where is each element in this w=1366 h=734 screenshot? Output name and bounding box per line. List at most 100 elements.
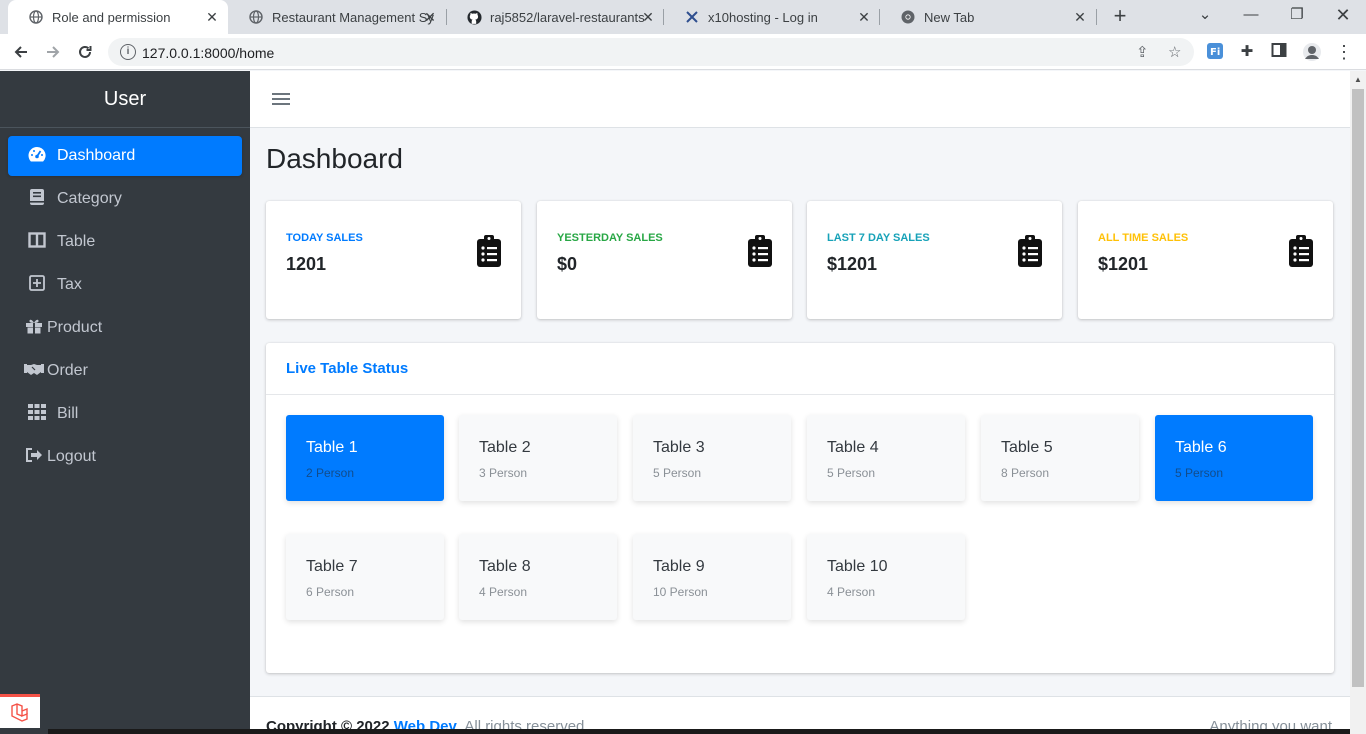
sign-out-icon	[23, 447, 45, 468]
profile-avatar-icon[interactable]	[1302, 42, 1322, 62]
sidebar-item-product[interactable]: Product	[8, 308, 242, 348]
menu-toggle-icon[interactable]	[272, 90, 290, 108]
sidebar-item-label: Logout	[47, 448, 96, 465]
bookmark-star-icon[interactable]: ☆	[1168, 43, 1181, 61]
table-card[interactable]: Table 4 5 Person	[807, 415, 965, 501]
sidebar-item-tax[interactable]: Tax	[8, 265, 242, 305]
page-title: Dashboard	[266, 143, 403, 174]
browser-tab-label: New Tab	[924, 9, 975, 25]
scrollbar-thumb[interactable]	[1352, 89, 1364, 687]
globe-icon	[28, 9, 44, 25]
sidebar-item-label: Bill	[57, 405, 79, 422]
minimize-button[interactable]: —	[1228, 0, 1274, 34]
table-card[interactable]: Table 10 4 Person	[807, 534, 965, 620]
table-card[interactable]: Table 6 5 Person	[1155, 415, 1313, 501]
stat-value: $1201	[827, 254, 878, 274]
tab-search-chevron-icon[interactable]: ⌄	[1182, 0, 1228, 34]
browser-tab-x10hosting[interactable]: x10hosting - Log in ✕	[664, 0, 880, 34]
table-name: Table 4	[827, 439, 879, 456]
x10-icon	[684, 9, 700, 25]
table-card[interactable]: Table 3 5 Person	[633, 415, 791, 501]
table-name: Table 7	[306, 558, 358, 575]
back-arrow-icon[interactable]	[8, 39, 34, 65]
stat-value: $0	[557, 254, 578, 274]
tachometer-icon	[26, 145, 48, 168]
stat-card-last-7-day-sales: Last 7 Day Sales $1201	[807, 201, 1062, 319]
grid-icon	[26, 403, 48, 425]
close-tab-icon[interactable]: ✕	[856, 9, 872, 26]
browser-tab-role-permission[interactable]: Role and permission ✕	[8, 0, 228, 34]
browser-tab-new-tab[interactable]: New Tab ✕	[880, 0, 1096, 34]
extension-fi-icon[interactable]: Fi	[1205, 42, 1225, 62]
clipboard-list-icon	[477, 235, 501, 272]
laravel-logo-icon[interactable]	[0, 694, 40, 728]
scroll-up-icon[interactable]: ▲	[1354, 75, 1362, 84]
sidebar-item-label: Tax	[57, 276, 82, 293]
close-tab-icon[interactable]: ✕	[1072, 9, 1088, 26]
sidebar-item-logout[interactable]: Logout	[8, 437, 242, 477]
share-icon[interactable]: ⇪	[1136, 43, 1149, 61]
url-text: 127.0.0.1:8000/home	[142, 45, 275, 61]
table-card[interactable]: Table 7 6 Person	[286, 534, 444, 620]
address-bar[interactable]: i 127.0.0.1:8000/home ⇪ ☆	[108, 38, 1194, 66]
sidebar-item-bill[interactable]: Bill	[8, 394, 242, 434]
browser-toolbar: i 127.0.0.1:8000/home ⇪ ☆ Fi ✚ ⋮	[0, 34, 1366, 70]
table-capacity: 4 Person	[827, 585, 876, 599]
stat-label: Last 7 Day Sales	[827, 232, 930, 244]
reload-icon[interactable]	[72, 39, 98, 65]
browser-tab-github[interactable]: raj5852/laravel-restaurants ✕	[446, 0, 664, 34]
sidebar-item-dashboard[interactable]: Dashboard	[8, 136, 242, 176]
site-info-icon[interactable]: i	[120, 44, 136, 60]
browser-tab-label: Restaurant Management Syst	[272, 9, 434, 25]
table-card[interactable]: Table 9 10 Person	[633, 534, 791, 620]
sidebar-item-label: Dashboard	[57, 147, 136, 164]
table-capacity: 5 Person	[653, 466, 702, 480]
table-capacity: 10 Person	[653, 585, 708, 599]
sidebar-item-table[interactable]: Table	[8, 222, 242, 262]
stat-label: All Time Sales	[1098, 232, 1189, 244]
new-tab-button[interactable]: +	[1108, 4, 1132, 28]
tab-separator	[1096, 9, 1097, 25]
stat-card-yesterday-sales: Yesterday Sales $0	[537, 201, 792, 319]
close-tab-icon[interactable]: ✕	[640, 9, 656, 26]
window-close-button[interactable]: ✕	[1320, 0, 1366, 34]
svg-text:Fi: Fi	[1210, 47, 1220, 58]
browser-tab-label: Role and permission	[52, 9, 171, 25]
sidebar-item-category[interactable]: Category	[8, 179, 242, 219]
table-card[interactable]: Table 1 2 Person	[286, 415, 444, 501]
sidebar-item-label: Order	[47, 362, 88, 379]
page-scrollbar[interactable]: ▲	[1350, 71, 1366, 734]
stat-card-all-time-sales: All Time Sales $1201	[1078, 201, 1333, 319]
table-name: Table 6	[1175, 439, 1227, 456]
stat-value: $1201	[1098, 254, 1149, 274]
clipboard-list-icon	[748, 235, 772, 272]
table-card[interactable]: Table 8 4 Person	[459, 534, 617, 620]
close-tab-icon[interactable]: ✕	[422, 9, 438, 26]
table-name: Table 9	[653, 558, 705, 575]
sidebar-nav: Dashboard Category Table Tax Product Ord…	[0, 128, 250, 488]
sidebar-item-label: Product	[47, 319, 103, 336]
plus-square-icon	[26, 274, 48, 296]
side-panel-icon[interactable]	[1269, 42, 1289, 62]
table-capacity: 3 Person	[479, 466, 528, 480]
sidebar-item-order[interactable]: Order	[8, 351, 242, 391]
close-tab-icon[interactable]: ✕	[204, 9, 220, 26]
browser-tab-restaurant[interactable]: Restaurant Management Syst ✕	[228, 0, 446, 34]
forward-arrow-icon[interactable]	[40, 39, 66, 65]
gift-icon	[23, 318, 45, 339]
browser-tab-label: x10hosting - Log in	[708, 9, 818, 25]
extensions-puzzle-icon[interactable]: ✚	[1237, 42, 1257, 62]
sidebar-brand[interactable]: User	[0, 71, 250, 128]
table-card[interactable]: Table 5 8 Person	[981, 415, 1139, 501]
table-name: Table 8	[479, 558, 531, 575]
browser-tab-label: raj5852/laravel-restaurants	[490, 9, 645, 25]
card-title: Live Table Status	[266, 343, 1334, 395]
stat-card-today-sales: Today Sales 1201	[266, 201, 521, 319]
table-capacity: 8 Person	[1001, 466, 1050, 480]
table-capacity: 6 Person	[306, 585, 355, 599]
top-navbar	[250, 71, 1350, 128]
browser-menu-icon[interactable]: ⋮	[1334, 42, 1354, 62]
maximize-button[interactable]: ❐	[1274, 0, 1320, 34]
table-card[interactable]: Table 2 3 Person	[459, 415, 617, 501]
table-capacity: 5 Person	[827, 466, 876, 480]
